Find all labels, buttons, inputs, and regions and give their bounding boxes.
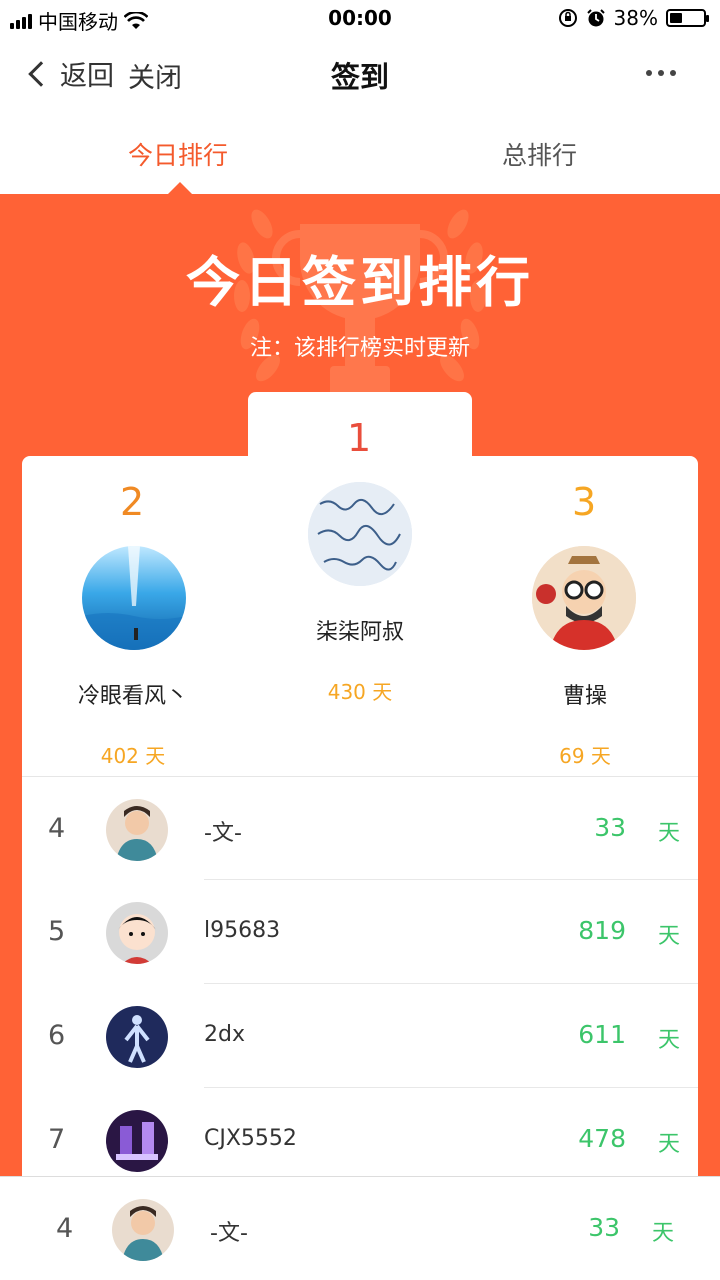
avatar[interactable] [82,546,186,650]
tab-today-ranking[interactable]: 今日排行 [128,136,228,172]
podium-days-2: 402 天 [100,744,166,768]
avatar[interactable] [112,1199,174,1261]
list-days: 478 [578,1124,626,1153]
battery-level [670,13,683,23]
podium-name-3: 曹操 [562,684,607,709]
list-days-unit: 天 [657,1132,680,1157]
list-days: 819 [578,916,626,945]
list-name: CJX5552 [204,1126,297,1151]
podium-name-1: 柒柒阿叔 [315,620,404,645]
chevron-left-icon [28,60,54,87]
podium-days-1: 430 天 [327,680,393,704]
active-tab-indicator [168,182,192,194]
alarm-icon [586,9,605,27]
list-item[interactable]: 6 2dx 611 天 [22,984,698,1088]
list-rank: 6 [48,1020,66,1051]
avatar[interactable] [106,902,168,964]
avatar[interactable] [106,799,168,861]
my-days: 33 [588,1213,620,1242]
list-rank: 7 [48,1124,66,1155]
my-rank-bar[interactable]: 4 -文- 33 天 [0,1176,720,1280]
tab-total-ranking[interactable]: 总排行 [502,136,577,172]
list-days-unit: 天 [657,1028,680,1053]
more-dots-icon[interactable] [646,70,676,76]
battery-icon [666,9,709,27]
avatar[interactable] [106,1006,168,1068]
list-days-unit: 天 [657,821,680,846]
list-days: 33 [594,813,626,842]
ranking-list: 4 -文- 33 天 5 l95683 819 天 6 2dx 611 天 7 … [22,776,698,1192]
avatar[interactable] [106,1110,168,1172]
status-bar: 中国移动 00:00 38% [0,0,720,36]
hero-title: 今日签到排行 [186,251,534,314]
nav-bar: 返回 关闭 签到 [0,36,720,112]
my-name: -文- [210,1221,248,1246]
list-days-unit: 天 [657,924,680,949]
podium-rank-3: 3 [572,480,597,524]
rotation-lock-icon [558,9,577,27]
tab-bar: 今日排行 总排行 [0,112,720,194]
list-days: 611 [578,1020,626,1049]
podium-name-2: 冷眼看风丶 [77,684,188,709]
list-name: -文- [204,821,242,846]
podium-rank-1: 1 [347,416,372,460]
close-button[interactable]: 关闭 [128,56,182,95]
avatar[interactable] [308,482,412,586]
battery-percent: 38% [613,6,658,30]
list-name: l95683 [204,918,281,943]
my-days-unit: 天 [651,1221,674,1246]
podium-rank-2: 2 [120,480,145,524]
my-rank: 4 [56,1213,74,1244]
hero-note: 注：该排行榜实时更新 [249,336,470,361]
list-name: 2dx [204,1022,245,1047]
page-title-text: 签到 [330,60,389,94]
podium-days-3: 69 天 [559,744,611,768]
list-rank: 5 [48,916,66,947]
back-label: 返回 [60,61,114,92]
status-right: 38% [558,6,709,30]
back-button[interactable]: 返回 [26,54,114,93]
avatar[interactable] [532,546,636,650]
list-rank: 4 [48,813,66,844]
list-item[interactable]: 4 -文- 33 天 [22,776,698,880]
list-item[interactable]: 5 l95683 819 天 [22,880,698,984]
